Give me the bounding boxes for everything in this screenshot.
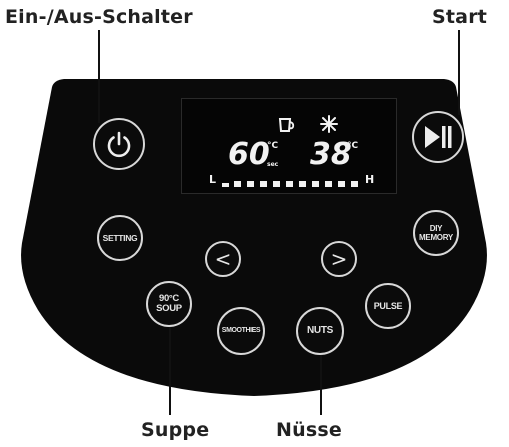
pulse-label: PULSE — [373, 301, 403, 311]
smoothies-label: SMOOTHIES — [221, 327, 261, 334]
speed-bar — [260, 181, 267, 187]
diy-memory-label: DIY MEMORY — [419, 224, 453, 242]
temperature-unit: °C — [347, 141, 359, 151]
nuts-leader-line — [320, 345, 322, 415]
power-button[interactable] — [93, 118, 145, 170]
setting-label: SETTING — [102, 233, 138, 243]
next-button[interactable]: > — [321, 241, 357, 277]
speed-bar — [338, 181, 345, 187]
soup-button[interactable]: 90°C SOUP — [146, 281, 192, 327]
speed-bar — [286, 181, 293, 187]
speed-bar — [273, 181, 280, 187]
temperature-readout: 38 — [310, 137, 352, 172]
lcd-display: 60 °C sec 38 °C L H — [181, 98, 397, 194]
speed-low-label: L — [209, 173, 217, 186]
smoothies-button[interactable]: SMOOTHIES — [217, 307, 265, 355]
speed-bar — [247, 181, 254, 187]
time-readout: 60 — [228, 137, 270, 172]
speed-high-label: H — [365, 173, 375, 186]
time-unit-top: °C — [267, 141, 279, 151]
speed-bar — [299, 181, 306, 187]
power-icon — [107, 131, 131, 158]
time-unit-bottom: sec — [267, 161, 279, 168]
speed-bar — [312, 181, 319, 187]
pulse-button[interactable]: PULSE — [365, 283, 411, 329]
speed-bar — [234, 181, 241, 187]
setting-button[interactable]: SETTING — [97, 215, 143, 261]
cup-icon — [278, 118, 295, 132]
nuts-label: NUTS — [306, 325, 334, 336]
previous-button[interactable]: < — [205, 241, 241, 277]
speed-bar — [222, 183, 229, 187]
chevron-left-icon: < — [214, 247, 232, 271]
soup-leader-line — [169, 325, 171, 415]
nuts-button[interactable]: NUTS — [296, 307, 344, 355]
fan-icon — [320, 115, 338, 133]
play-pause-icon — [425, 126, 452, 148]
diy-memory-button[interactable]: DIY MEMORY — [413, 210, 459, 256]
speed-bar — [325, 181, 332, 187]
start-leader-line — [458, 30, 460, 115]
start-pause-button[interactable] — [412, 111, 464, 163]
speed-bar — [351, 181, 358, 187]
power-leader-line — [98, 30, 100, 123]
soup-label: 90°C SOUP — [156, 293, 182, 314]
chevron-right-icon: > — [330, 247, 348, 271]
